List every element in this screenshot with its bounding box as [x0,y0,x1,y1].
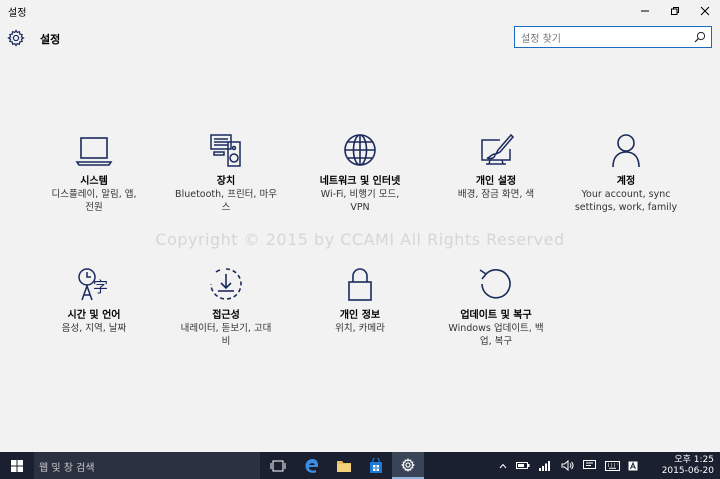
ease-of-access-icon [210,268,242,300]
category-name: 개인 정보 [339,310,381,321]
close-button[interactable] [690,0,720,22]
show-hidden-icons-button[interactable] [496,452,510,479]
search-input[interactable] [515,29,685,50]
category-desc: 음성, 지역, 날짜 [61,323,127,334]
restore-icon [671,7,679,15]
store-icon [370,457,382,473]
title-bar: 설정 [0,0,720,22]
category-accounts[interactable]: 계정 Your account, sync settings, work, fa… [566,132,686,214]
network-tray-button[interactable] [536,452,554,479]
laptop-icon [75,137,113,166]
category-name: 업데이트 및 복구 [460,310,532,321]
page-title: 설정 [40,33,61,46]
globe-icon [344,134,376,166]
keyboard-icon [604,460,620,471]
category-name: 접근성 [212,310,240,321]
category-network-internet[interactable]: 네트워크 및 인터넷 Wi-Fi, 비행기 모드, VPN [300,132,420,214]
app-header: 설정 [0,24,720,54]
windows-logo-icon [11,459,23,472]
settings-taskbar-button[interactable] [392,452,424,479]
category-name: 네트워크 및 인터넷 [319,176,401,187]
window-title: 설정 [8,8,27,19]
lock-icon [348,268,372,301]
personalization-icon [481,133,515,165]
speaker-icon [561,460,573,471]
store-button[interactable] [360,452,392,479]
category-desc: 전원 [85,202,103,213]
clock-time: 오후 1:25 [674,455,714,465]
touch-keyboard-button[interactable] [602,452,622,479]
update-icon [479,269,511,299]
file-explorer-button[interactable] [328,452,360,479]
category-desc: Your account, sync [581,189,671,200]
volume-tray-button[interactable] [558,452,576,479]
category-desc: Bluetooth, 프린터, 마우 [175,189,277,200]
search-icon[interactable] [694,31,706,43]
chevron-up-icon [499,463,507,468]
category-name: 장치 [216,176,236,187]
copyright-watermark: Copyright © 2015 by CCAMI All Rights Res… [155,230,565,249]
input-a-icon [628,461,638,470]
taskbar: 웹 및 창 검색 오후 1:25 2015-06-20 [0,452,720,479]
category-privacy[interactable]: 개인 정보 위치, 카메라 [300,266,420,335]
task-view-button[interactable] [262,452,294,479]
category-ease-of-access[interactable]: 접근성 내레이터, 돋보기, 고대 비 [166,266,286,348]
category-desc: 디스플레이, 알림, 앱, [51,189,137,200]
close-icon [700,6,710,16]
time-language-icon: 字 [78,268,108,301]
category-desc: 업, 복구 [479,336,513,347]
minimize-button[interactable] [630,0,660,22]
category-name: 개인 설정 [475,176,517,187]
restore-button[interactable] [660,0,690,22]
task-view-icon [270,460,286,471]
clock-date: 2015-06-20 [661,466,714,476]
category-desc: 스 [221,202,231,213]
category-desc: VPN [350,202,370,213]
taskbar-clock[interactable]: 오후 1:25 2015-06-20 [662,455,714,477]
category-name: 시간 및 언어 [67,310,121,321]
minimize-icon [641,10,649,12]
category-devices[interactable]: 장치 Bluetooth, 프린터, 마우 스 [166,132,286,214]
taskbar-search-text: 웹 및 창 검색 [39,463,95,474]
category-desc: Windows 업데이트, 백 [448,323,544,334]
category-desc: 내레이터, 돋보기, 고대 [180,323,272,334]
edge-icon [305,458,319,473]
battery-tray-button[interactable] [514,452,532,479]
category-desc: settings, work, family [574,202,678,213]
search-box[interactable] [514,26,712,50]
start-button[interactable] [0,452,34,479]
message-icon [582,460,596,469]
category-update-recovery[interactable]: 업데이트 및 복구 Windows 업데이트, 백 업, 복구 [436,266,556,348]
battery-icon [516,462,530,469]
category-personalization[interactable]: 개인 설정 배경, 잠금 화면, 색 [436,132,556,201]
taskbar-search-box[interactable]: 웹 및 창 검색 [34,452,260,479]
settings-gear-icon [401,457,415,472]
category-name: 계정 [616,176,636,187]
category-time-language[interactable]: 字 시간 및 언어 음성, 지역, 날짜 [34,266,154,335]
action-center-button[interactable] [580,452,598,479]
wifi-icon [539,461,550,471]
category-desc: 위치, 카메라 [335,323,385,334]
gear-icon [7,29,25,47]
category-desc: 배경, 잠금 화면, 색 [457,189,535,200]
category-name: 시스템 [80,176,108,187]
person-icon [612,134,640,168]
folder-icon [337,460,351,472]
devices-icon [210,134,241,167]
category-system[interactable]: 시스템 디스플레이, 알림, 앱, 전원 [34,132,154,214]
svg-text:字: 字 [93,278,108,296]
edge-browser-button[interactable] [296,452,328,479]
category-desc: Wi-Fi, 비행기 모드, [320,189,400,200]
category-desc: 비 [221,336,231,347]
input-indicator-button[interactable] [626,452,640,479]
